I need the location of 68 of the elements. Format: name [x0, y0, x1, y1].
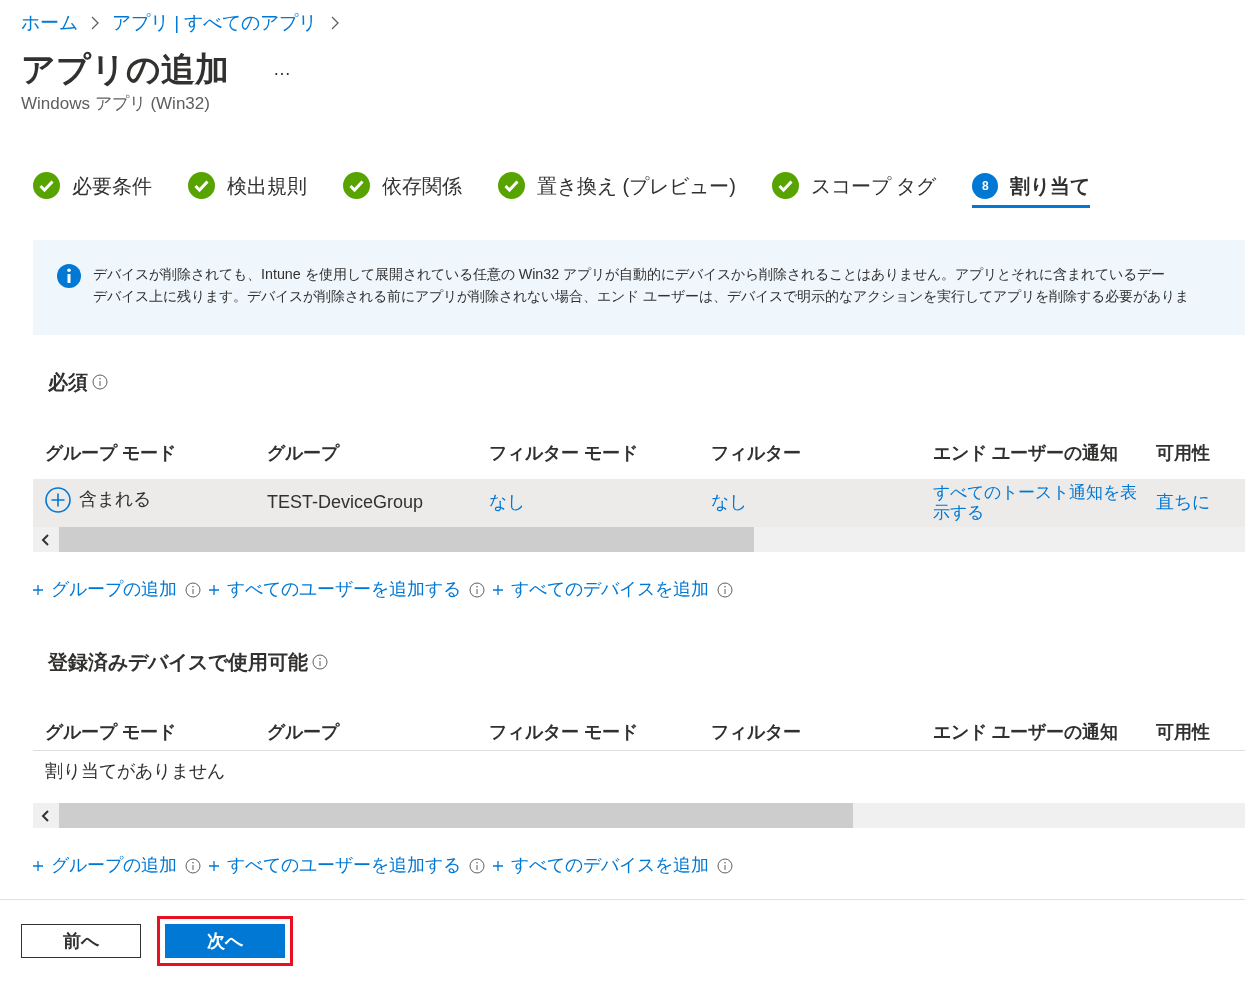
page-title: アプリの追加 [21, 49, 229, 90]
wizard-step-tab[interactable]: 8 割り当て [972, 166, 1091, 208]
column-header: フィルター モード [489, 721, 639, 744]
add-link[interactable]: すべてのユーザーを追加する [209, 852, 461, 879]
horizontal-scrollbar[interactable] [33, 803, 1245, 828]
info-icon [312, 654, 328, 670]
info-icon [469, 581, 485, 598]
banner-text: デバイス上に残ります。デバイスが削除される前にアプリが削除されない場合、エンド ユーザーは、デバイスで明示的なアクションを実行してアプリを削除する必要がありま [93, 287, 1189, 306]
column-header: フィルター [711, 441, 802, 465]
plus-icon [209, 584, 219, 595]
column-header: グループ モード [45, 441, 177, 465]
wizard-step-tab[interactable]: 必要条件 [33, 166, 152, 208]
column-header: グループ モード [45, 721, 177, 744]
table-cell-text: TEST-DeviceGroup [267, 491, 425, 514]
add-link[interactable]: グループの追加 [33, 852, 177, 879]
plus-icon [493, 584, 503, 595]
breadcrumb-link[interactable]: ホーム [21, 8, 78, 38]
column-header: エンド ユーザーの通知 [933, 441, 1119, 465]
info-icon [717, 857, 733, 874]
wizard-step-tab[interactable]: 置き換え (プレビュー) [498, 166, 736, 208]
table-link[interactable]: すべてのトースト通知を表示する [933, 483, 1156, 523]
empty-message: 割り当てがありません [44, 759, 226, 783]
column-header: フィルター [711, 721, 802, 744]
info-icon [717, 581, 733, 598]
info-icon [57, 264, 81, 288]
column-header: 可用性 [1156, 441, 1211, 465]
chevron-left-icon [41, 809, 51, 822]
column-header: フィルター モード [489, 441, 639, 465]
info-icon [92, 374, 108, 390]
more-button[interactable]: … [269, 55, 295, 83]
info-icon [185, 857, 201, 874]
chevron-right-icon [329, 16, 340, 30]
add-link[interactable]: すべてのデバイスを追加 [493, 576, 709, 603]
wizard-step-tab[interactable]: スコープ タグ [771, 166, 937, 208]
plus-icon [33, 860, 43, 871]
column-header: 可用性 [1156, 721, 1211, 744]
table-link[interactable]: なし [489, 483, 711, 516]
section-title: 必須 [48, 370, 88, 395]
column-header: グループ [267, 721, 341, 744]
section-title: 登録済みデバイスで使用可能 [48, 650, 308, 675]
plus-icon [493, 860, 503, 871]
table-link[interactable]: なし [711, 483, 933, 516]
plus-icon [209, 860, 219, 871]
add-link[interactable]: グループの追加 [33, 576, 177, 603]
plus-icon [33, 584, 43, 595]
breadcrumb-link[interactable]: アプリ | すべてのアプリ [112, 8, 318, 38]
chevron-right-icon [90, 16, 100, 30]
banner-text: デバイスが削除されても、Intune を使用して展開されている任意の Win32 アプリが自動的にデバイスから削除されることはありません。アプリとそれに含まれているデー [93, 265, 1167, 284]
step-number-badge: 8 [972, 172, 999, 199]
table-row[interactable]: 含まれる TEST-DeviceGroup なし なし すべてのトースト通知を表示する 直ちに [33, 479, 1245, 527]
page-subtitle: Windows アプリ (Win32) [20, 92, 211, 115]
table-cell-text: 含まれる [79, 488, 151, 511]
scrollbar-thumb[interactable] [59, 803, 853, 828]
plus-circle-icon [45, 486, 71, 513]
horizontal-scrollbar[interactable] [33, 527, 1245, 552]
wizard-step-tab[interactable]: 依存関係 [343, 166, 462, 208]
column-header: エンド ユーザーの通知 [933, 721, 1119, 744]
info-icon [469, 857, 485, 874]
column-header: グループ [267, 441, 341, 465]
next-button[interactable]: 次へ [165, 924, 285, 958]
add-link[interactable]: すべてのユーザーを追加する [209, 576, 461, 603]
info-icon [185, 581, 201, 598]
scrollbar-thumb[interactable] [59, 527, 754, 552]
previous-button[interactable]: 前へ [21, 924, 141, 958]
wizard-step-tab[interactable]: 検出規則 [188, 166, 307, 208]
table-link[interactable]: 直ちに [1156, 483, 1245, 516]
chevron-left-icon [41, 533, 51, 546]
add-link[interactable]: すべてのデバイスを追加 [493, 852, 709, 879]
